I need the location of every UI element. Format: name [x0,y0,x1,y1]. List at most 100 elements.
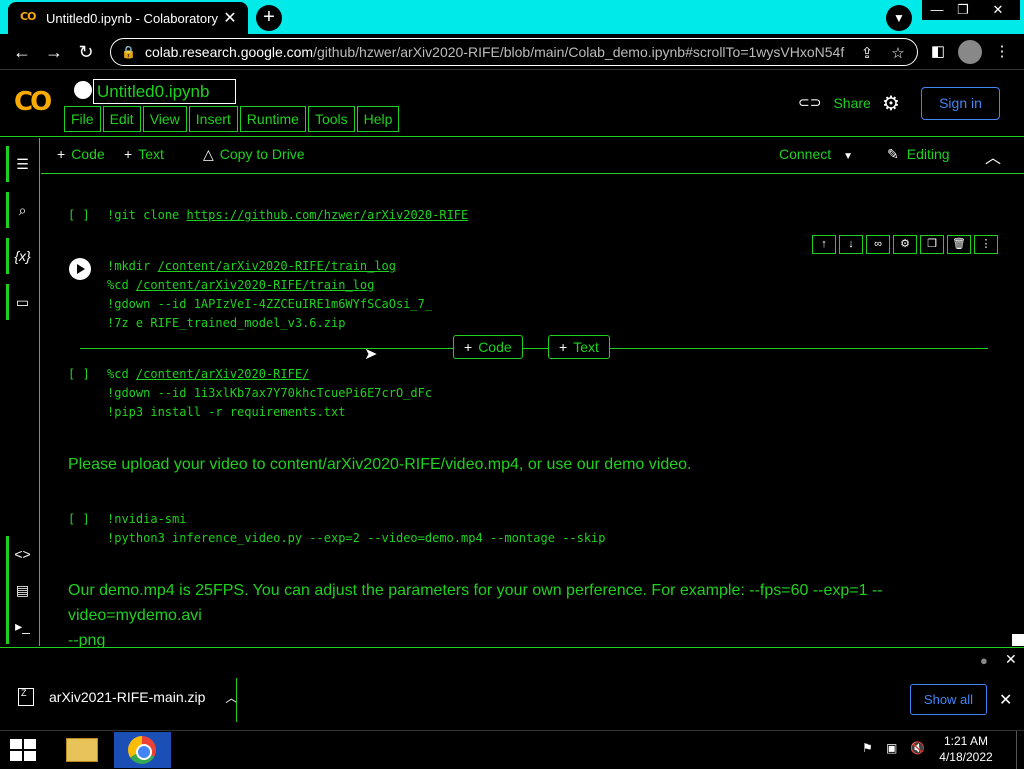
menu-file[interactable]: File [64,106,101,132]
add-code-cell-button[interactable]: + Code [57,146,105,162]
code-line: !python3 inference_video.py --exp=2 --vi… [107,531,606,545]
text-cell-2[interactable]: Our demo.mp4 is 25FPS. You can adjust th… [68,578,1008,653]
notebook-toolbar: + Code + Text △ Copy to Drive Connect ▼ ✎ Edi… [41,138,1024,174]
insert-cell-divider [80,348,988,349]
cell-settings-icon[interactable]: ⚙ [893,235,917,254]
windows-taskbar: ⚑ ▣ 🔇 1:21 AM 4/18/2022 [0,730,1024,769]
code-line: %cd /content/arXiv2020-RIFE/train_log [107,276,432,295]
back-icon[interactable]: ← [10,40,34,64]
menu-help[interactable]: Help [356,106,400,132]
reload-icon[interactable]: ↻ [74,40,98,64]
code-link[interactable]: /content/arXiv2020-RIFE/train_log [158,259,396,273]
files-folder-icon[interactable]: ▭ [6,284,36,320]
share-page-icon[interactable]: ⇪ [858,44,876,62]
colab-favicon-icon: CO [20,10,36,23]
menu-insert[interactable]: Insert [188,106,238,132]
text-line: Our demo.mp4 is 25FPS. You can adjust th… [68,582,883,624]
close-download-bar-icon[interactable]: ✕ [999,690,1012,710]
browser-tab[interactable]: CO Untitled0.ipynb - Colaboratory ✕ [8,2,248,34]
code-cell-1[interactable]: !git clone https://github.com/hzwer/arXi… [107,206,468,225]
menu-runtime[interactable]: Runtime [239,106,306,132]
chevron-down-icon: ▼ [843,151,854,162]
code-text: %cd [107,278,136,292]
download-item[interactable]: Z arXiv2021-RIFE-main.zip ︿ [18,688,237,706]
volume-muted-icon[interactable]: 🔇 [910,741,925,755]
code-link[interactable]: /content/arXiv2020-RIFE/train_log [136,278,374,292]
code-link[interactable]: https://github.com/hzwer/arXiv2020-RIFE [186,208,468,222]
bookmark-star-icon[interactable]: ☆ [889,44,907,62]
run-cell-button[interactable] [69,258,91,280]
browser-menu-icon[interactable]: ⋮ [990,40,1014,64]
cell-run-bracket[interactable]: [ ] [68,208,90,222]
link-icon: ⊂⊃ [798,94,822,110]
connect-label: Connect [779,146,832,162]
colab-logo[interactable]: CO [14,87,52,117]
menu-tools[interactable]: Tools [307,106,355,132]
restore-icon[interactable]: ❐ [948,0,978,20]
tab-title: Untitled0.ipynb - Colaboratory [46,10,218,26]
code-snippets-icon[interactable]: <> [6,536,36,572]
code-line: !7z e RIFE_trained_model_v3.6.zip [107,316,346,330]
left-sidebar: ☰ ⌕ {x} ▭ <> ▤ ▸_ [0,138,40,646]
editing-mode-button[interactable]: ✎ Editing [887,146,950,163]
move-up-icon[interactable]: ↑ [812,235,836,254]
tab-close-button[interactable]: ✕ [220,8,240,28]
cell-run-bracket[interactable]: [ ] [68,512,90,526]
copy-to-drive-button[interactable]: △ Copy to Drive [203,146,305,163]
share-button[interactable]: ⊂⊃ Share [798,94,871,111]
notebook-title-input[interactable]: Untitled0.ipynb [93,79,236,104]
forward-icon[interactable]: → [42,40,66,64]
menu-view[interactable]: View [142,106,187,132]
text-cell-1[interactable]: Please upload your video to content/arXi… [68,452,691,477]
menu-edit[interactable]: Edit [102,106,141,132]
insert-text-cell-button[interactable]: + Text [548,335,610,359]
mouse-cursor-icon: ➤ [364,346,378,363]
insert-code-cell-button[interactable]: + Code [453,335,523,359]
code-cell-3[interactable]: %cd /content/arXiv2020-RIFE/ !gdown --id … [107,365,432,422]
github-icon [74,81,92,99]
table-of-contents-icon[interactable]: ☰ [6,146,36,182]
collapse-header-icon[interactable]: ︿ [985,144,1001,168]
link-cell-icon[interactable]: ∞ [866,235,890,254]
command-palette-icon[interactable]: ▤ [6,572,36,608]
variables-icon[interactable]: {x} [6,238,36,274]
network-icon[interactable]: ▣ [886,741,897,755]
file-explorer-icon[interactable] [54,732,111,768]
show-desktop-button[interactable] [1016,731,1024,769]
system-clock[interactable]: 1:21 AM 4/18/2022 [930,733,1002,765]
chrome-icon[interactable] [114,732,171,768]
url-host: colab.research.google.com [145,44,314,60]
code-cell-4[interactable]: !nvidia-smi !python3 inference_video.py -… [107,510,606,548]
connect-button[interactable]: Connect ▼ [779,146,853,162]
window-close-icon[interactable]: ✕ [976,0,1020,20]
code-line: !gdown --id 1i3xlKb7ax7Y70khcTcuePi6E7cr… [107,386,433,400]
delete-cell-icon[interactable]: 🗑 [947,235,971,254]
code-text: %cd [107,367,136,381]
add-text-cell-button[interactable]: + Text [124,146,164,162]
download-bar: ● ✕ Z arXiv2021-RIFE-main.zip ︿ Show all… [0,647,1024,731]
show-all-button[interactable]: Show all [910,684,987,715]
move-down-icon[interactable]: ↓ [839,235,863,254]
side-panel-icon[interactable]: ◧ [926,40,950,64]
scrollbar-thumb[interactable] [1012,634,1024,646]
cell-run-bracket[interactable]: [ ] [68,367,90,381]
flag-icon[interactable]: ⚑ [862,741,873,755]
settings-gear-icon[interactable]: ⚙ [882,91,900,116]
code-line: !mkdir /content/arXiv2020-RIFE/train_log [107,257,432,276]
sign-in-button[interactable]: Sign in [921,87,1000,120]
divider [236,678,237,722]
code-cell-2[interactable]: !mkdir /content/arXiv2020-RIFE/train_log… [107,257,432,333]
windows-start-icon[interactable] [10,739,38,763]
editing-label: Editing [906,146,950,162]
address-bar[interactable]: 🔒 colab.research.google.com/github/hzwer… [110,38,918,66]
mirror-cell-icon[interactable]: ❐ [920,235,944,254]
more-options-icon[interactable]: ⋮ [974,235,998,254]
code-link[interactable]: /content/arXiv2020-RIFE/ [136,367,309,381]
tab-search-icon[interactable]: ▼ [886,5,912,31]
terminal-icon[interactable]: ▸_ [6,608,36,644]
profile-avatar[interactable] [958,40,982,64]
search-icon[interactable]: ⌕ [6,192,36,228]
close-icon[interactable]: ✕ [1005,651,1017,668]
insert-text-label: Text [573,339,599,355]
new-tab-button[interactable]: + [256,5,282,31]
